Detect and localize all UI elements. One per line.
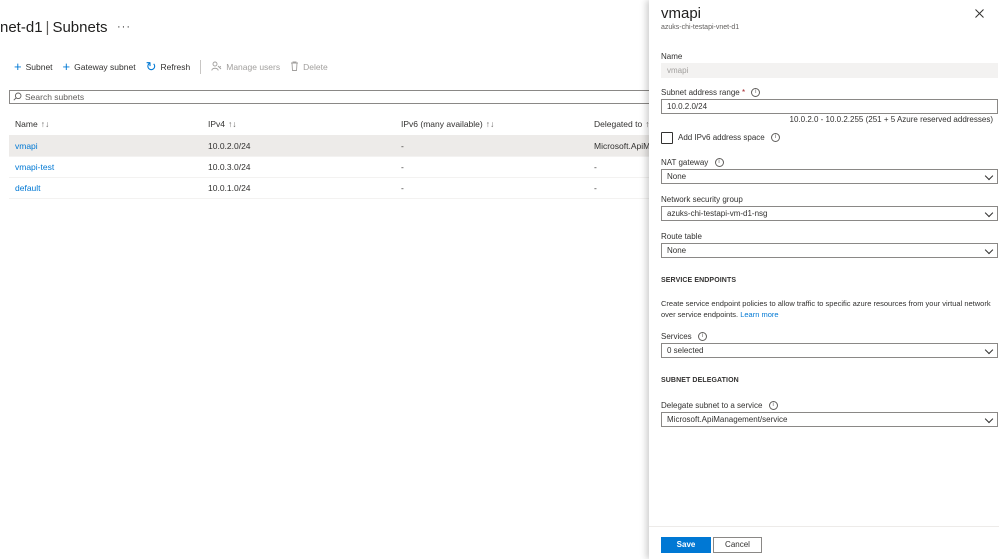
route-table-label: Route table <box>661 232 702 241</box>
add-subnet-label: Subnet <box>25 61 53 72</box>
toolbar-divider <box>200 59 202 74</box>
panel-subtitle: azuks-chi-testapi-vnet-d1 <box>661 24 740 31</box>
manage-users-button[interactable]: Manage users <box>211 60 280 73</box>
refresh-label: Refresh <box>160 61 191 72</box>
learn-more-link[interactable]: Learn more <box>740 310 778 319</box>
service-endpoints-heading: SERVICE ENDPOINTS <box>661 277 737 284</box>
info-icon[interactable]: i <box>751 88 761 98</box>
address-range-label: Subnet address range * i <box>661 88 761 98</box>
name-label: Name <box>661 52 683 61</box>
table-header: Name ↑↓ IPv4 ↑↓ IPv6 (many available) ↑↓ De… <box>9 114 649 136</box>
delegate-dropdown[interactable]: Microsoft.ApiManagement/service <box>661 412 998 427</box>
plus-icon: + <box>62 59 71 74</box>
info-icon[interactable]: i <box>770 133 780 143</box>
name-field: vmapi <box>661 63 998 78</box>
address-range-input[interactable]: 10.0.2.0/24 <box>661 99 998 114</box>
column-header-name-label: Name <box>15 119 38 129</box>
page-title-separator: | <box>45 19 50 36</box>
route-table-dropdown[interactable]: None <box>661 243 998 258</box>
save-button[interactable]: Save <box>661 537 711 553</box>
sort-icon: ↑↓ <box>485 119 495 129</box>
add-gateway-subnet-label: Gateway subnet <box>74 61 136 72</box>
search-input[interactable] <box>25 92 625 102</box>
subnet-ipv4: 10.0.1.0/24 <box>208 183 251 193</box>
subnet-name-link[interactable]: vmapi-test <box>15 157 200 177</box>
sort-icon: ↑↓ <box>40 119 50 129</box>
required-marker: * <box>741 88 746 97</box>
column-header-ipv6[interactable]: IPv6 (many available) ↑↓ <box>401 114 586 134</box>
footer-divider <box>649 526 999 527</box>
table-row[interactable]: vmapi-test 10.0.3.0/24 - - <box>9 157 649 178</box>
add-subnet-button[interactable]: + Subnet <box>14 60 53 73</box>
manage-users-label: Manage users <box>226 61 281 72</box>
subnet-ipv4: 10.0.3.0/24 <box>208 162 251 172</box>
info-icon[interactable]: i <box>697 332 707 342</box>
subnet-edit-panel: vmapi azuks-chi-testapi-vnet-d1 Name vma… <box>649 0 999 559</box>
nat-gateway-label: NAT gateway i <box>661 158 724 168</box>
address-range-hint: 10.0.2.0 - 10.0.2.255 (251 + 5 Azure res… <box>789 115 993 124</box>
command-bar: + Subnet + Gateway subnet ↻ Refresh Mana… <box>14 58 338 75</box>
subnet-ipv6: - <box>401 183 404 193</box>
subnet-delegated: Microsoft.ApiM <box>594 141 649 151</box>
column-header-name[interactable]: Name ↑↓ <box>15 114 200 134</box>
info-icon[interactable]: i <box>768 401 778 411</box>
add-gateway-subnet-button[interactable]: + Gateway subnet <box>63 60 136 73</box>
more-options-button[interactable]: ··· <box>117 21 131 33</box>
delete-label: Delete <box>303 61 328 72</box>
panel-title: vmapi <box>661 5 702 22</box>
subnet-ipv6: - <box>401 162 404 172</box>
subnet-name-link[interactable]: vmapi <box>15 136 200 156</box>
page-title-resource: net-d1 <box>0 19 43 36</box>
service-endpoints-description-text: Create service endpoint policies to allo… <box>661 299 991 319</box>
services-label: Services i <box>661 332 707 342</box>
subnet-ipv4: 10.0.2.0/24 <box>208 141 251 151</box>
column-header-delegated[interactable]: Delegated to ↑ <box>594 114 649 134</box>
nat-gateway-label-text: NAT gateway <box>661 158 709 167</box>
column-header-delegated-label: Delegated to <box>594 119 643 129</box>
table-row[interactable]: default 10.0.1.0/24 - - <box>9 178 649 199</box>
column-header-ipv4-label: IPv4 <box>208 119 226 129</box>
refresh-button[interactable]: ↻ Refresh <box>146 60 191 73</box>
subnet-name-link[interactable]: default <box>15 178 200 198</box>
column-header-ipv4[interactable]: IPv4 ↑↓ <box>208 114 393 134</box>
trash-icon <box>290 60 299 73</box>
service-endpoints-description: Create service endpoint policies to allo… <box>661 298 991 320</box>
search-box <box>9 90 650 104</box>
subnet-delegation-heading: SUBNET DELEGATION <box>661 377 739 384</box>
ipv6-checkbox[interactable] <box>661 132 673 144</box>
nsg-label: Network security group <box>661 195 743 204</box>
subnet-delegated: - <box>594 183 597 193</box>
cancel-button[interactable]: Cancel <box>713 537 762 553</box>
ipv6-checkbox-label-text: Add IPv6 address space <box>678 133 765 142</box>
manage-users-icon <box>211 60 222 73</box>
services-dropdown[interactable]: 0 selected <box>661 343 998 358</box>
refresh-icon: ↻ <box>145 59 157 74</box>
services-label-text: Services <box>661 332 692 341</box>
delegate-label: Delegate subnet to a service i <box>661 401 778 411</box>
close-icon <box>975 6 984 21</box>
page-title: net-d1 | Subnets <box>0 19 108 36</box>
table-row[interactable]: vmapi 10.0.2.0/24 - Microsoft.ApiM <box>9 136 649 157</box>
plus-icon: + <box>14 59 22 74</box>
close-button[interactable] <box>975 6 984 21</box>
column-header-ipv6-label: IPv6 (many available) <box>401 119 483 129</box>
address-range-label-text: Subnet address range <box>661 88 740 97</box>
delegate-label-text: Delegate subnet to a service <box>661 401 763 410</box>
delete-button[interactable]: Delete <box>290 60 328 73</box>
nsg-dropdown[interactable]: azuks-chi-testapi-vm-d1-nsg <box>661 206 998 221</box>
subnet-ipv6: - <box>401 141 404 151</box>
info-icon[interactable]: i <box>714 158 724 168</box>
subnet-delegated: - <box>594 162 597 172</box>
search-icon <box>13 92 22 103</box>
subnets-table: Name ↑↓ IPv4 ↑↓ IPv6 (many available) ↑↓ De… <box>9 114 649 199</box>
nat-gateway-dropdown[interactable]: None <box>661 169 998 184</box>
page-title-section: Subnets <box>52 19 108 36</box>
ipv6-checkbox-label: Add IPv6 address space i <box>678 133 780 143</box>
sort-icon: ↑↓ <box>228 119 237 129</box>
